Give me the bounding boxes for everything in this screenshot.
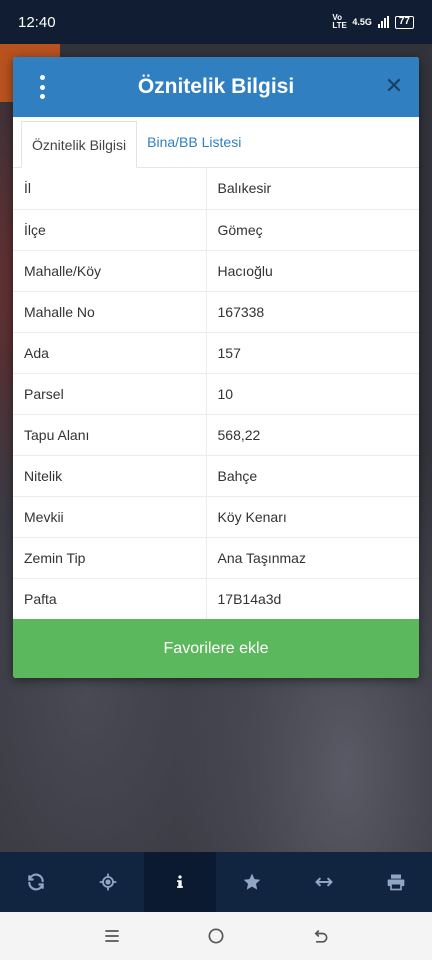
attribute-value: 157 <box>206 331 419 373</box>
attribute-value: Bahçe <box>206 454 419 496</box>
close-icon[interactable]: ✕ <box>383 75 405 97</box>
attribute-key: Mevkii <box>13 495 207 537</box>
info-button[interactable] <box>144 852 216 912</box>
attribute-key: İlçe <box>13 208 207 250</box>
favorites-button[interactable] <box>216 852 288 912</box>
attribute-value: Hacıoğlu <box>206 249 419 291</box>
measure-icon <box>315 877 333 887</box>
locate-icon <box>99 873 117 891</box>
tab-building-list[interactable]: Bina/BB Listesi <box>137 117 251 167</box>
bottom-toolbar <box>0 852 432 912</box>
table-row: Mevkii Köy Kenarı <box>13 495 419 537</box>
dialog-title: Öznitelik Bilgisi <box>137 75 295 98</box>
signal-icon <box>377 16 389 28</box>
attribute-value: 568,22 <box>206 413 419 455</box>
attribute-dialog: Öznitelik Bilgisi ✕ Öznitelik Bilgisi Bi… <box>13 57 419 678</box>
battery-icon: 77 <box>394 15 414 29</box>
table-row: Mahalle/Köy Hacıoğlu <box>13 249 419 291</box>
status-time: 12:40 <box>18 13 56 31</box>
print-button[interactable] <box>360 852 432 912</box>
print-icon <box>387 874 405 891</box>
attribute-value: Balıkesir <box>217 180 272 197</box>
table-row: Pafta 17B14a3d <box>13 577 419 619</box>
attribute-key: Ada <box>13 331 207 373</box>
tab-attribute-info[interactable]: Öznitelik Bilgisi <box>21 121 138 168</box>
star-icon <box>243 873 261 890</box>
table-row: Ada 157 <box>13 331 419 373</box>
dialog-tabs: Öznitelik Bilgisi Bina/BB Listesi <box>13 117 419 168</box>
add-favorite-button[interactable]: Favorilere ekle <box>13 619 419 678</box>
recent-apps-icon[interactable] <box>102 926 122 946</box>
status-bar: 12:40 Vo LTE 4.5G 77 <box>0 0 432 44</box>
attribute-key: Pafta <box>13 577 207 619</box>
attribute-key: Parsel <box>13 372 207 414</box>
status-indicators: Vo LTE 4.5G 77 <box>332 14 414 30</box>
locate-button[interactable] <box>72 852 144 912</box>
dialog-header: Öznitelik Bilgisi ✕ <box>13 57 419 117</box>
kebab-menu-icon[interactable] <box>35 75 49 99</box>
attribute-value: Köy Kenarı <box>206 495 419 537</box>
home-icon[interactable] <box>206 926 226 946</box>
attribute-key: Mahalle No <box>13 290 207 332</box>
attribute-key: Mahalle/Köy <box>13 249 207 291</box>
refresh-button[interactable] <box>0 852 72 912</box>
attribute-key: Zemin Tip <box>13 536 207 578</box>
attribute-key: Tapu Alanı <box>13 413 207 455</box>
system-nav-bar <box>0 912 432 960</box>
attribute-key: Nitelik <box>13 454 207 496</box>
measure-button[interactable] <box>288 852 360 912</box>
attribute-key: İl <box>13 168 207 209</box>
attribute-table: İl Balıkesir İlçe Gömeç Mahalle/Köy Hacıoğlu M… <box>13 168 419 619</box>
attribute-value: Gömeç <box>206 208 419 250</box>
table-row: Nitelik Bahçe <box>13 454 419 496</box>
back-icon[interactable] <box>310 926 330 946</box>
info-icon <box>177 875 183 888</box>
table-row: Parsel 10 <box>13 372 419 414</box>
table-row: İl Balıkesir <box>13 168 419 209</box>
table-row: İlçe Gömeç <box>13 208 419 250</box>
attribute-value: 10 <box>206 372 419 414</box>
network-indicator: 4.5G <box>352 17 372 27</box>
attribute-value: 167338 <box>206 290 419 332</box>
refresh-icon <box>28 873 44 891</box>
attribute-value: Ana Taşınmaz <box>206 536 419 578</box>
table-row: Mahalle No 167338 <box>13 290 419 332</box>
table-row: Tapu Alanı 568,22 <box>13 413 419 455</box>
attribute-value: 17B14a3d <box>206 577 419 619</box>
volte-indicator: Vo LTE <box>332 13 347 30</box>
table-row: Zemin Tip Ana Taşınmaz <box>13 536 419 578</box>
